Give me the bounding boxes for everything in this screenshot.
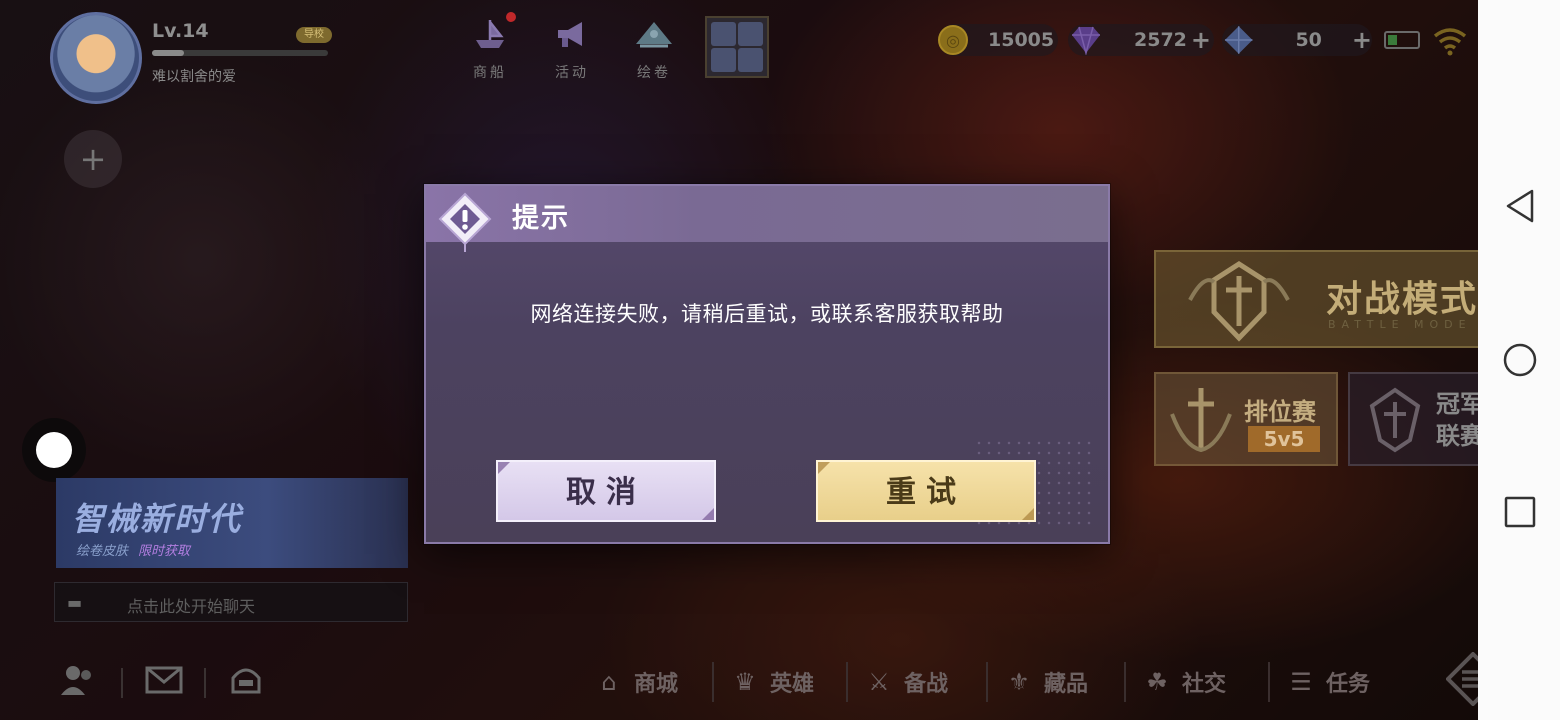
event-gift-icon[interactable] bbox=[705, 16, 769, 78]
gold-currency: ◎ 15005 bbox=[938, 24, 1058, 56]
nav-recents-button[interactable] bbox=[1500, 492, 1540, 532]
nav-social-label: 社交 bbox=[1182, 672, 1227, 697]
team-helmet-icon[interactable] bbox=[226, 660, 266, 700]
chat-input[interactable]: ▬ 点击此处开始聊天 bbox=[54, 582, 408, 622]
nav-collection[interactable]: ⚜ 藏品 bbox=[986, 662, 1088, 702]
nav-heroes[interactable]: ♛ 英雄 bbox=[712, 662, 814, 702]
megaphone-icon bbox=[549, 12, 595, 56]
xp-progress-bar bbox=[152, 50, 328, 56]
menu-ship[interactable]: 商船 bbox=[460, 12, 520, 82]
nav-shop[interactable]: ⌂ 商城 bbox=[592, 662, 678, 702]
diamond-amount: 2572 bbox=[1134, 29, 1187, 51]
banner-highlight: 限时获取 bbox=[138, 544, 191, 559]
add-button[interactable]: + bbox=[64, 130, 122, 188]
button-corner bbox=[702, 508, 714, 520]
gold-coin-icon: ◎ bbox=[938, 25, 968, 55]
back-triangle-icon bbox=[1506, 189, 1534, 223]
menu-scroll[interactable]: 绘卷 bbox=[624, 12, 684, 82]
dialog-message: 网络连接失败，请稍后重试，或联系客服获取帮助 bbox=[530, 302, 1004, 326]
collection-icon: ⚜ bbox=[1008, 668, 1030, 696]
rank-badge: 导校 bbox=[296, 27, 332, 43]
ranked-title: 排位赛 bbox=[1244, 398, 1316, 426]
ranked-match-button[interactable]: 排位赛 5v5 bbox=[1154, 372, 1338, 466]
home-circle-icon bbox=[1503, 343, 1537, 377]
hero-icon: ♛ bbox=[734, 668, 756, 696]
button-corner bbox=[1022, 508, 1034, 520]
add-diamond-button[interactable]: + bbox=[1191, 26, 1211, 54]
dialog-title: 提示 bbox=[512, 203, 570, 234]
divider bbox=[204, 668, 206, 698]
nav-home-button[interactable] bbox=[1500, 340, 1540, 380]
button-corner bbox=[498, 462, 510, 474]
nav-shop-label: 商城 bbox=[634, 672, 679, 697]
chat-placeholder: 点击此处开始聊天 bbox=[127, 597, 256, 616]
battle-emblem-icon bbox=[1188, 261, 1290, 342]
nav-tasks-label: 任务 bbox=[1326, 672, 1371, 697]
menu-scroll-label: 绘卷 bbox=[637, 65, 671, 81]
purple-diamond-icon bbox=[1072, 26, 1100, 55]
gold-amount: 15005 bbox=[988, 29, 1055, 51]
menu-ship-label: 商船 bbox=[473, 65, 507, 81]
promo-banner[interactable]: 智械新时代 绘卷皮肤 限时获取 bbox=[56, 478, 408, 568]
notification-dot bbox=[506, 12, 516, 22]
diamond-currency: 2572 + bbox=[1068, 24, 1214, 56]
recents-square-icon bbox=[1504, 496, 1536, 528]
ranked-mode-label: 5v5 bbox=[1248, 426, 1320, 452]
battle-mode-title: 对战模式 bbox=[1326, 279, 1479, 320]
league-crest-icon bbox=[1369, 387, 1421, 453]
banner-subtitle: 绘卷皮肤 限时获取 bbox=[76, 540, 190, 559]
prepare-icon: ⚔ bbox=[868, 668, 890, 696]
crystal-amount: 50 bbox=[1295, 29, 1322, 51]
retry-button[interactable]: 重试 bbox=[816, 460, 1036, 522]
menu-events[interactable]: 活动 bbox=[542, 12, 602, 82]
player-level: Lv.14 bbox=[152, 20, 209, 42]
crystal-currency: 50 + bbox=[1222, 24, 1372, 56]
mail-icon[interactable] bbox=[144, 660, 184, 700]
nav-back-button[interactable] bbox=[1500, 186, 1540, 226]
retry-button-label: 重试 bbox=[886, 475, 966, 510]
menu-events-label: 活动 bbox=[555, 65, 589, 81]
nav-heroes-label: 英雄 bbox=[770, 672, 815, 697]
battery-icon bbox=[1384, 31, 1420, 49]
network-error-dialog: 提示 网络连接失败，请稍后重试，或联系客服获取帮助 取消 重试 bbox=[424, 184, 1110, 544]
xp-progress-fill bbox=[152, 50, 184, 56]
banner-title: 智械新时代 bbox=[72, 500, 243, 538]
player-nickname: 难以割舍的爱 bbox=[152, 69, 236, 85]
divider bbox=[121, 668, 123, 698]
blue-crystal-icon bbox=[1224, 26, 1253, 54]
add-crystal-button[interactable]: + bbox=[1352, 26, 1372, 54]
nav-prepare-label: 备战 bbox=[904, 672, 949, 697]
cancel-button[interactable]: 取消 bbox=[496, 460, 716, 522]
plus-icon: + bbox=[79, 140, 107, 178]
shop-icon: ⌂ bbox=[601, 668, 617, 696]
battle-mode-subtitle: BATTLE MODE bbox=[1328, 318, 1472, 331]
wifi-icon bbox=[1433, 28, 1467, 56]
player-avatar[interactable] bbox=[50, 12, 142, 104]
nav-tasks[interactable]: ☰ 任务 bbox=[1268, 662, 1370, 702]
scroll-icon bbox=[631, 12, 677, 56]
warning-icon bbox=[438, 192, 492, 252]
button-corner bbox=[818, 462, 830, 474]
task-icon: ☰ bbox=[1290, 668, 1312, 696]
ranked-sword-icon bbox=[1170, 388, 1232, 453]
nav-prepare[interactable]: ⚔ 备战 bbox=[846, 662, 948, 702]
banner-subtitle-text: 绘卷皮肤 bbox=[76, 544, 129, 559]
nav-collection-label: 藏品 bbox=[1044, 672, 1089, 697]
social-icon: ☘ bbox=[1146, 668, 1168, 696]
cancel-button-label: 取消 bbox=[566, 475, 646, 510]
chat-bubble-icon: ▬ bbox=[67, 593, 83, 612]
floating-assist-button[interactable] bbox=[22, 418, 86, 482]
friends-icon[interactable] bbox=[58, 660, 98, 700]
battle-mode-button[interactable]: 对战模式 BATTLE MODE bbox=[1154, 250, 1516, 348]
nav-social[interactable]: ☘ 社交 bbox=[1124, 662, 1226, 702]
